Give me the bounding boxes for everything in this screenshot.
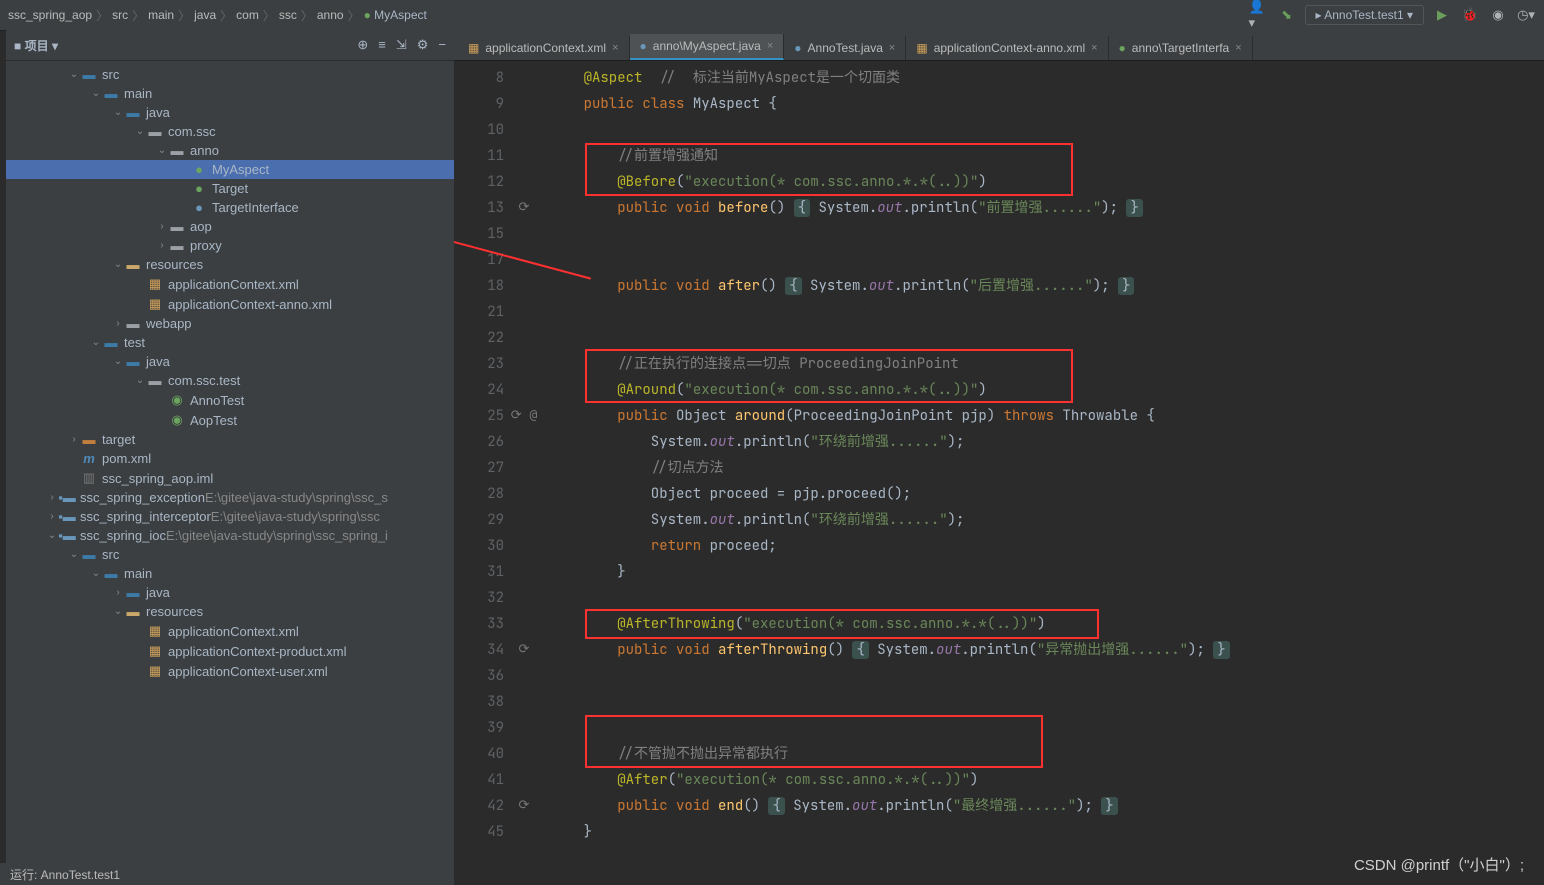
hide-icon[interactable]: − bbox=[438, 37, 446, 53]
editor-tabs[interactable]: ▦applicationContext.xml×●anno\MyAspect.j… bbox=[454, 30, 1544, 61]
tree-item[interactable]: ▦applicationContext-anno.xml bbox=[6, 294, 454, 314]
tree-item[interactable]: ›▬aop bbox=[6, 217, 454, 236]
tree-item[interactable]: ›▪▬ssc_spring_interceptor E:\gitee\java-… bbox=[6, 507, 454, 526]
run-config[interactable]: ▸ AnnoTest.test1 ▾ bbox=[1305, 5, 1424, 25]
editor-tab[interactable]: ▦applicationContext.xml× bbox=[458, 36, 630, 60]
sort-icon[interactable]: ≡ bbox=[378, 37, 386, 53]
tree-item[interactable]: ⌄▬main bbox=[6, 84, 454, 103]
tree-item[interactable]: ⌄▬main bbox=[6, 564, 454, 583]
tree-item[interactable]: ●Target bbox=[6, 179, 454, 198]
editor-tab[interactable]: ▦applicationContext-anno.xml× bbox=[906, 36, 1108, 60]
project-tree[interactable]: ⌄▬src⌄▬main⌄▬java⌄▬com.ssc⌄▬anno●MyAspec… bbox=[6, 61, 454, 885]
editor-tab[interactable]: ●AnnoTest.java× bbox=[784, 36, 906, 60]
project-panel: ■ 项目 ▾ ⊕ ≡ ⇲ ⚙ − ⌄▬src⌄▬main⌄▬java⌄▬com.… bbox=[6, 30, 455, 885]
watermark: CSDN @printf（"小白"）; bbox=[1354, 854, 1524, 875]
tree-item[interactable]: ▦applicationContext.xml bbox=[6, 274, 454, 294]
gear-icon[interactable]: ⚙ bbox=[417, 37, 429, 53]
tree-item[interactable]: ⌄▬com.ssc bbox=[6, 122, 454, 141]
tree-item[interactable]: ⌄▬src bbox=[6, 65, 454, 84]
project-header: ■ 项目 ▾ ⊕ ≡ ⇲ ⚙ − bbox=[6, 30, 454, 61]
tree-item[interactable]: ⌄▬java bbox=[6, 352, 454, 371]
tree-item[interactable]: ⌄▬java bbox=[6, 103, 454, 122]
editor-tab[interactable]: ●anno\TargetInterfa× bbox=[1109, 36, 1253, 60]
project-title: ■ 项目 ▾ bbox=[14, 37, 58, 54]
editor-area: ▦applicationContext.xml×●anno\MyAspect.j… bbox=[454, 30, 1544, 885]
tree-item[interactable]: ◉AnnoTest bbox=[6, 390, 454, 410]
tree-item[interactable]: ◉AopTest bbox=[6, 410, 454, 430]
status-bar: 运行: AnnoTest.test1 bbox=[0, 863, 130, 885]
tree-item[interactable]: ⌄▬resources bbox=[6, 602, 454, 621]
tree-item[interactable]: ●TargetInterface bbox=[6, 198, 454, 217]
tree-item[interactable]: ▦applicationContext-product.xml bbox=[6, 641, 454, 661]
tree-item[interactable]: ▥ssc_spring_aop.iml bbox=[6, 468, 454, 488]
tree-item[interactable]: ›▬target bbox=[6, 430, 454, 449]
tree-item[interactable]: ⌄▪▬ssc_spring_ioc E:\gitee\java-study\sp… bbox=[6, 526, 454, 545]
tree-item[interactable]: ▦applicationContext.xml bbox=[6, 621, 454, 641]
coverage-icon[interactable]: ◉ bbox=[1488, 5, 1508, 25]
close-icon[interactable]: × bbox=[1091, 42, 1097, 54]
debug-icon[interactable]: 🐞 bbox=[1460, 5, 1480, 25]
profile-icon[interactable]: ◷▾ bbox=[1516, 5, 1536, 25]
line-gutter: 8910111213151718212223242526272829303132… bbox=[454, 61, 504, 845]
top-bar: ssc_spring_aop〉src〉main〉java〉com〉ssc〉ann… bbox=[0, 0, 1544, 31]
tree-item[interactable]: ›▬webapp bbox=[6, 314, 454, 333]
tree-item[interactable]: ›▪▬ssc_spring_exception E:\gitee\java-st… bbox=[6, 488, 454, 507]
tree-item[interactable]: ●MyAspect bbox=[6, 160, 454, 179]
user-icon[interactable]: 👤▾ bbox=[1249, 5, 1269, 25]
project-tools[interactable]: ⊕ ≡ ⇲ ⚙ − bbox=[357, 37, 446, 53]
tree-item[interactable]: ⌄▬com.ssc.test bbox=[6, 371, 454, 390]
close-icon[interactable]: × bbox=[612, 42, 618, 54]
code-editor[interactable]: 8910111213151718212223242526272829303132… bbox=[454, 61, 1544, 885]
tree-item[interactable]: ⌄▬resources bbox=[6, 255, 454, 274]
close-icon[interactable]: × bbox=[1235, 42, 1241, 54]
tree-item[interactable]: ⌄▬test bbox=[6, 333, 454, 352]
marker-gutter[interactable]: ⟳ ⟳ @ ⟳ ⟳ bbox=[504, 61, 544, 845]
run-icon[interactable]: ▶ bbox=[1432, 5, 1452, 25]
tree-item[interactable]: mpom.xml bbox=[6, 449, 454, 468]
build-icon[interactable]: ⬊ bbox=[1277, 5, 1297, 25]
target-icon[interactable]: ⊕ bbox=[357, 37, 368, 53]
tree-item[interactable]: ▦applicationContext-user.xml bbox=[6, 661, 454, 681]
editor-tab[interactable]: ●anno\MyAspect.java× bbox=[630, 34, 785, 60]
tree-item[interactable]: ›▬proxy bbox=[6, 236, 454, 255]
tree-item[interactable]: ⌄▬anno bbox=[6, 141, 454, 160]
breadcrumb[interactable]: ssc_spring_aop〉src〉main〉java〉com〉ssc〉ann… bbox=[8, 7, 427, 24]
tree-item[interactable]: ›▬java bbox=[6, 583, 454, 602]
close-icon[interactable]: × bbox=[767, 40, 773, 52]
close-icon[interactable]: × bbox=[889, 42, 895, 54]
toolbar-right: 👤▾ ⬊ ▸ AnnoTest.test1 ▾ ▶ 🐞 ◉ ◷▾ bbox=[1249, 5, 1536, 25]
tree-item[interactable]: ⌄▬src bbox=[6, 545, 454, 564]
expand-icon[interactable]: ⇲ bbox=[396, 37, 407, 53]
source-code[interactable]: @Aspect // 标注当前MyAspect是一个切面类 public cla… bbox=[550, 65, 1544, 845]
